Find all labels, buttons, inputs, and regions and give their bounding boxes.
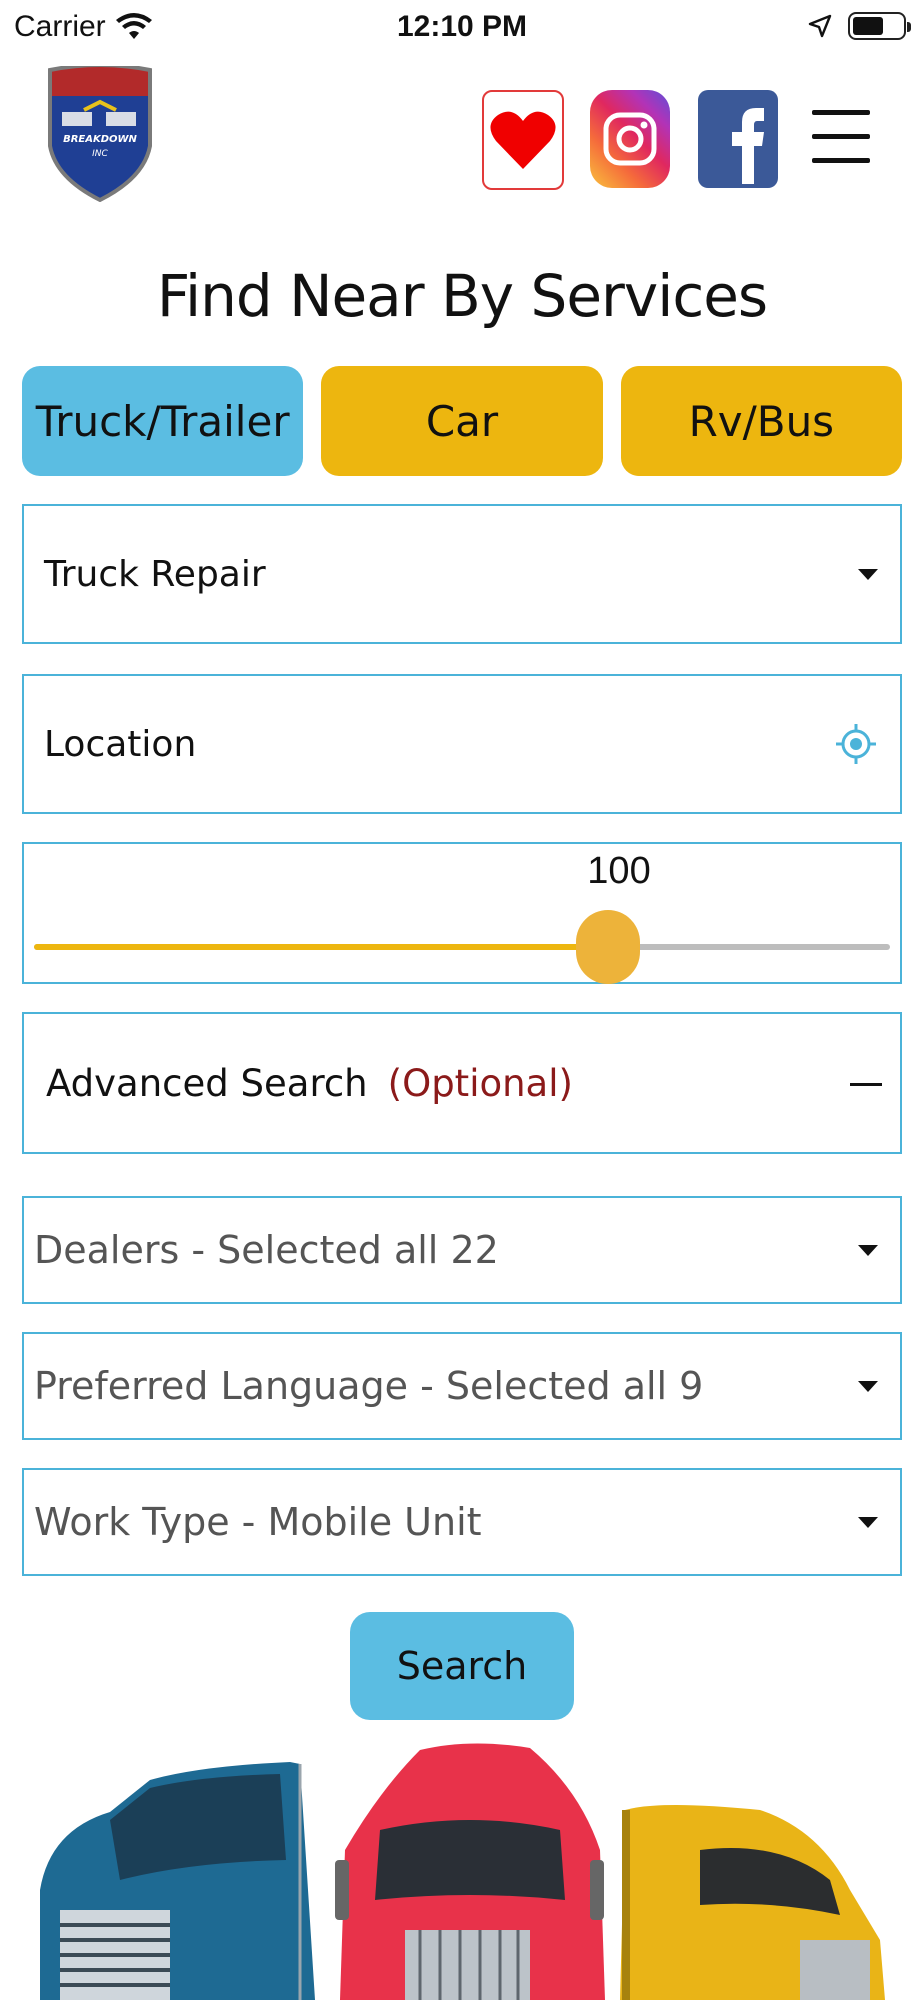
advanced-search-label: Advanced Search (46, 1061, 368, 1105)
instagram-icon (603, 112, 657, 166)
menu-icon[interactable] (812, 110, 872, 166)
location-placeholder: Location (44, 723, 197, 765)
current-location-icon[interactable] (834, 722, 878, 766)
facebook-icon (732, 108, 764, 184)
work-type-select[interactable]: Work Type - Mobile Unit (22, 1468, 902, 1576)
advanced-search-optional: (Optional) (387, 1061, 573, 1105)
slider-track[interactable] (34, 910, 890, 984)
battery-icon (848, 12, 911, 40)
chevron-down-icon (858, 568, 878, 580)
search-button[interactable]: Search (350, 1612, 574, 1720)
page-title: Find Near By Services (156, 262, 768, 330)
trucks-illustration (40, 1743, 885, 2000)
dealers-value: Dealers - Selected all 22 (34, 1228, 499, 1272)
facebook-button[interactable] (698, 90, 778, 188)
tab-truck-trailer[interactable]: Truck/Trailer (22, 366, 304, 476)
chevron-down-icon (858, 1380, 878, 1392)
yellow-truck-image (620, 1805, 885, 2000)
dealers-select[interactable]: Dealers - Selected all 22 (22, 1196, 902, 1304)
preferred-language-select[interactable]: Preferred Language - Selected all 9 (22, 1332, 902, 1440)
instagram-button[interactable] (590, 90, 670, 188)
collapse-icon[interactable] (850, 1083, 882, 1086)
status-bar: Carrier 12:10 PM (0, 0, 924, 56)
favorites-button[interactable] (482, 90, 564, 190)
tab-rv-bus[interactable]: Rv/Bus (620, 366, 902, 476)
service-type-select[interactable]: Truck Repair (22, 504, 902, 644)
tab-car[interactable]: Car (321, 366, 603, 476)
slider-thumb[interactable] (575, 910, 640, 984)
vehicle-tabs: Truck/Trailer Car Rv/Bus (22, 366, 902, 476)
red-truck-image (335, 1743, 605, 2000)
chevron-down-icon (858, 1516, 878, 1528)
breakdown-logo[interactable]: BREAKDOWN INC (44, 66, 156, 202)
svg-text:BREAKDOWN: BREAKDOWN (63, 134, 137, 145)
blue-truck-image (40, 1762, 315, 2000)
location-input[interactable]: Location (22, 674, 902, 814)
slider-value: 100 (587, 850, 651, 892)
advanced-search-toggle[interactable]: Advanced Search (Optional) (22, 1012, 902, 1154)
location-arrow-icon (808, 14, 832, 38)
status-right (808, 12, 911, 40)
radius-slider[interactable]: 100 (22, 842, 902, 984)
status-time: 12:10 PM (396, 10, 528, 43)
slider-fill (34, 944, 608, 950)
preferred-language-value: Preferred Language - Selected all 9 (34, 1364, 704, 1408)
chevron-down-icon (858, 1244, 878, 1256)
heart-icon (490, 111, 556, 169)
svg-text:INC: INC (92, 149, 108, 159)
service-type-value: Truck Repair (44, 553, 266, 595)
work-type-value: Work Type - Mobile Unit (34, 1500, 482, 1544)
